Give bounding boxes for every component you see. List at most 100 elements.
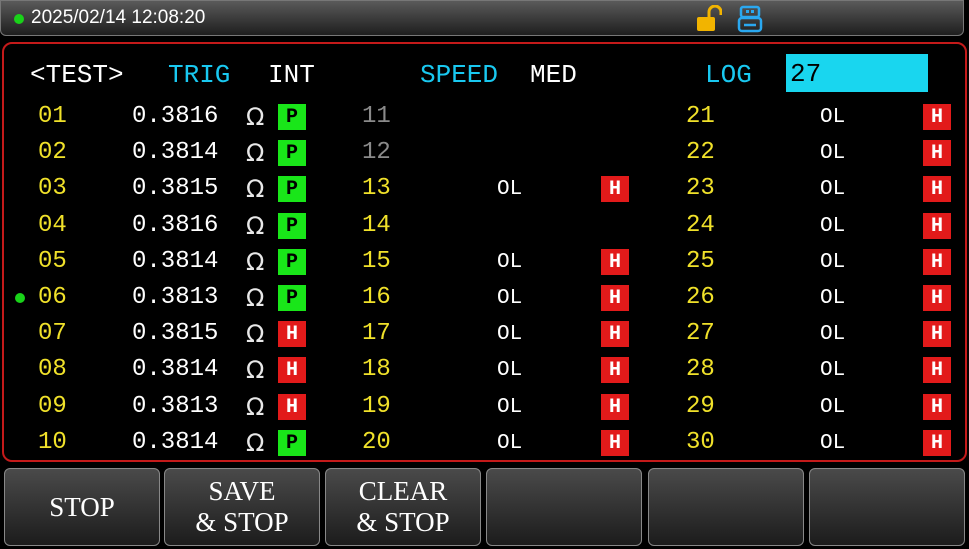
ohm-unit: Ω: [246, 175, 265, 204]
channel-number[interactable]: 23: [686, 174, 715, 204]
channel-number[interactable]: 21: [686, 102, 715, 132]
channel-value: 0.3816: [132, 211, 219, 239]
channel-value: 0.3815: [132, 320, 219, 348]
channel-value: 0.3815: [132, 175, 219, 203]
channel-number[interactable]: 15: [362, 247, 391, 277]
channel-number[interactable]: 05: [38, 247, 67, 277]
channel-number[interactable]: 09: [38, 392, 67, 422]
channel-number[interactable]: 08: [38, 355, 67, 385]
status-badge-h: H: [601, 248, 629, 275]
log-label: LOG: [705, 60, 752, 90]
channel-number[interactable]: 11: [362, 102, 391, 132]
status-badge-h: H: [923, 357, 951, 384]
status-badge-h: H: [601, 357, 629, 384]
ohm-unit: Ω: [246, 211, 265, 240]
channel-number[interactable]: 06: [38, 283, 67, 313]
speed-label: SPEED: [420, 60, 499, 90]
channel-number[interactable]: 30: [686, 428, 715, 458]
channel-value: OL: [820, 359, 846, 383]
status-badge-p: P: [278, 104, 306, 130]
channel-value: OL: [497, 323, 523, 347]
ohm-unit: Ω: [246, 428, 265, 457]
status-badge-p: P: [278, 429, 306, 456]
channel-number[interactable]: 10: [38, 428, 67, 458]
channel-value: OL: [820, 323, 846, 347]
status-badge-h: H: [278, 357, 306, 384]
channel-number[interactable]: 18: [362, 355, 391, 385]
empty-softkey-4[interactable]: [486, 468, 642, 546]
ohm-unit: Ω: [246, 103, 265, 131]
channel-number[interactable]: 29: [686, 392, 715, 422]
ohm-unit: Ω: [246, 247, 265, 276]
channel-number[interactable]: 24: [686, 211, 715, 241]
status-bar: 2025/02/14 12:08:20: [0, 0, 964, 36]
stop-softkey[interactable]: STOP: [4, 468, 160, 546]
channel-number[interactable]: 04: [38, 211, 67, 241]
channel-value: 0.3813: [132, 284, 219, 311]
channel-number[interactable]: 20: [362, 428, 391, 458]
channel-value: OL: [820, 431, 846, 455]
channel-value: OL: [820, 178, 846, 202]
status-badge-p: P: [278, 248, 306, 275]
channel-number[interactable]: 07: [38, 319, 67, 349]
channel-value: OL: [820, 287, 846, 310]
channel-number[interactable]: 03: [38, 174, 67, 204]
channel-number[interactable]: 01: [38, 102, 67, 132]
empty-softkey-5[interactable]: [648, 468, 804, 546]
ohm-unit: Ω: [246, 392, 265, 421]
channel-number[interactable]: 28: [686, 355, 715, 385]
log-input[interactable]: 27: [786, 54, 928, 92]
status-badge-h: H: [601, 393, 629, 420]
channel-value: 0.3816: [132, 103, 219, 130]
status-badge-h: H: [923, 393, 951, 420]
clear-stop-softkey[interactable]: CLEAR & STOP: [325, 468, 481, 546]
status-badge-p: P: [278, 212, 306, 239]
channel-number[interactable]: 25: [686, 247, 715, 277]
channel-value: OL: [820, 106, 846, 129]
channel-value: OL: [497, 250, 523, 274]
status-badge-h: H: [923, 176, 951, 203]
softkey-label: SAVE & STOP: [195, 476, 289, 537]
channel-value: OL: [820, 250, 846, 274]
status-badge-h: H: [601, 285, 629, 311]
status-badge-h: H: [923, 429, 951, 456]
channel-number[interactable]: 16: [362, 283, 391, 313]
channel-number[interactable]: 17: [362, 319, 391, 349]
channel-value: 0.3814: [132, 139, 219, 167]
channel-value: OL: [497, 431, 523, 455]
status-badge-h: H: [923, 140, 951, 167]
status-badge-h: H: [923, 104, 951, 130]
channel-value: 0.3814: [132, 428, 219, 456]
ohm-unit: Ω: [246, 284, 265, 312]
current-channel-dot-icon: [15, 293, 25, 303]
status-badge-p: P: [278, 140, 306, 167]
channel-value: OL: [497, 178, 523, 202]
ohm-unit: Ω: [246, 356, 265, 385]
channel-number[interactable]: 27: [686, 319, 715, 349]
channel-number[interactable]: 13: [362, 174, 391, 204]
status-badge-h: H: [278, 393, 306, 420]
channel-value: OL: [820, 214, 846, 238]
speed-value[interactable]: MED: [530, 60, 577, 90]
channel-number[interactable]: 02: [38, 138, 67, 168]
status-badge-h: H: [601, 429, 629, 456]
datetime: 2025/02/14 12:08:20: [31, 7, 206, 28]
channel-number[interactable]: 22: [686, 138, 715, 168]
channel-number[interactable]: 14: [362, 211, 391, 241]
empty-softkey-6[interactable]: [809, 468, 965, 546]
usb-drive-icon: [737, 5, 763, 33]
trig-value[interactable]: INT: [268, 60, 315, 90]
trig-label: TRIG: [168, 60, 231, 90]
channel-number[interactable]: 26: [686, 283, 715, 313]
status-badge-p: P: [278, 285, 306, 311]
softkey-label: CLEAR & STOP: [356, 476, 450, 537]
status-badge-h: H: [278, 321, 306, 348]
save-stop-softkey[interactable]: SAVE & STOP: [164, 468, 320, 546]
channel-value: OL: [497, 395, 523, 419]
channel-number[interactable]: 19: [362, 392, 391, 422]
status-badge-h: H: [923, 321, 951, 348]
status-dot-icon: [14, 14, 24, 24]
channel-number[interactable]: 12: [362, 138, 391, 168]
unlocked-padlock-icon: [697, 5, 722, 31]
softkey-label: STOP: [49, 491, 115, 522]
